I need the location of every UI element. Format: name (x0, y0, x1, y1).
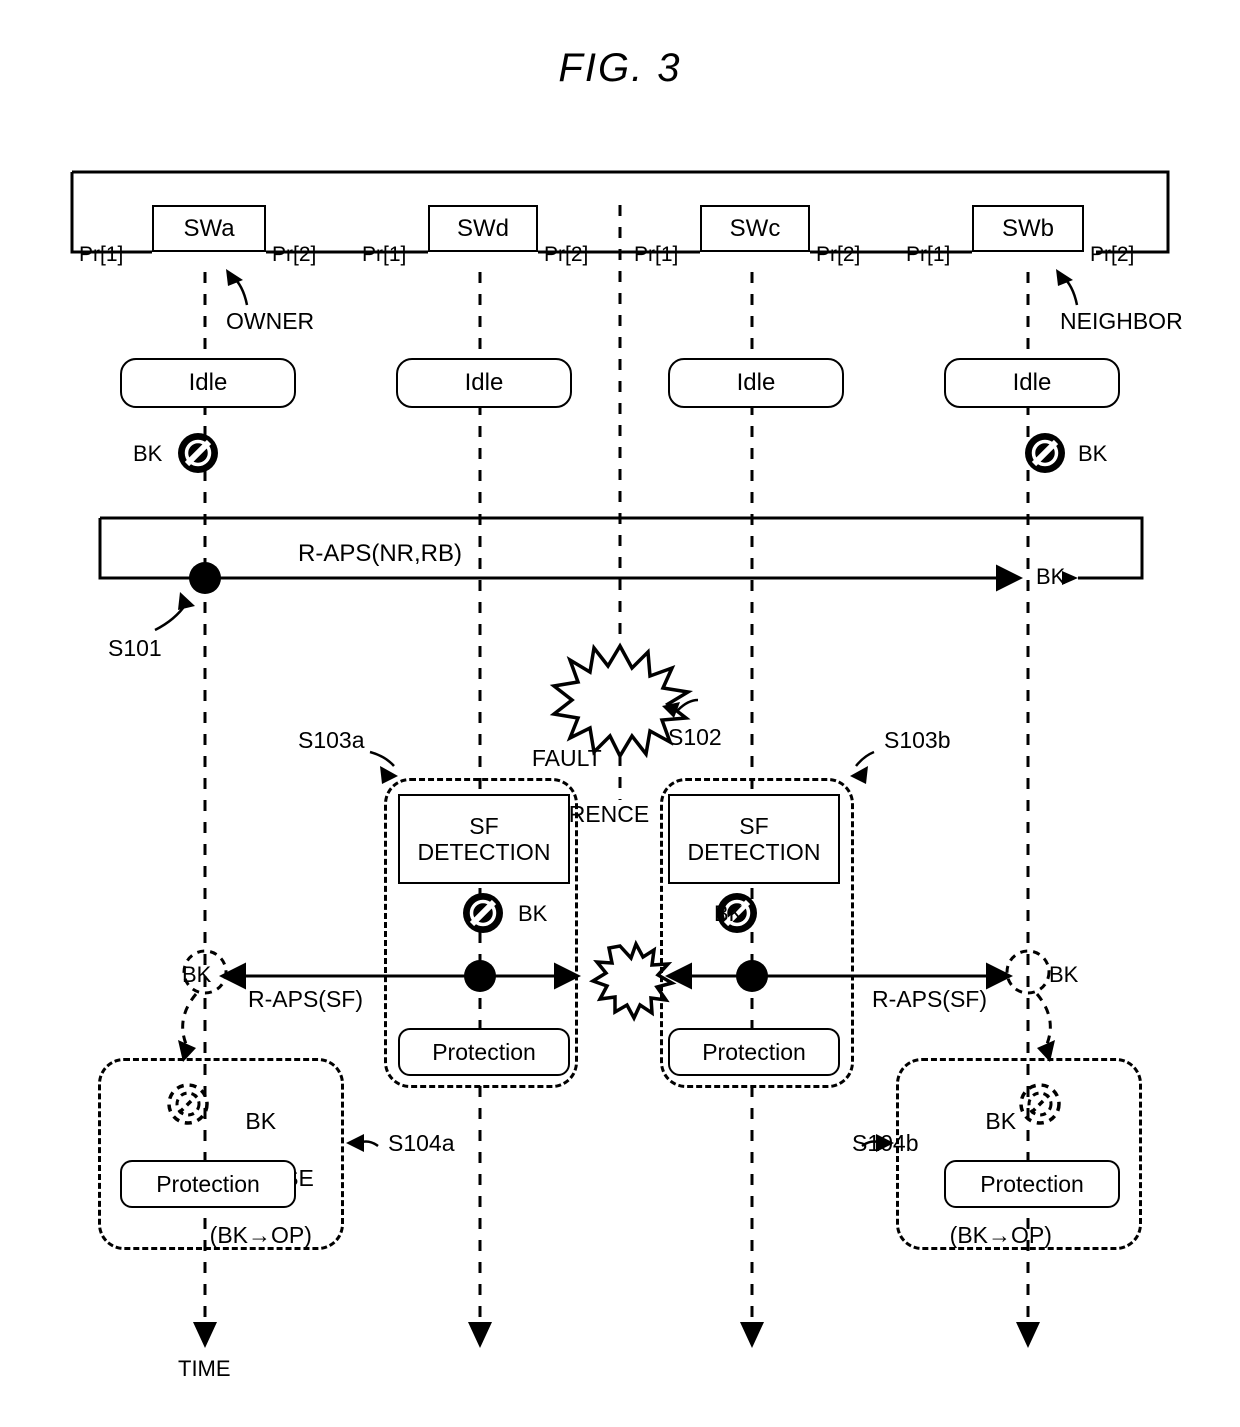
state-box-idle-swb[interactable]: Idle (944, 358, 1120, 408)
step-label-s104b: S104b (852, 1130, 919, 1156)
bk-text-swa-released: BK (182, 962, 212, 987)
sf-detection-text: SF DETECTION (688, 813, 821, 866)
state-label: Idle (464, 369, 504, 396)
port-label-swb-left: Pr[1] (906, 243, 951, 266)
state-label: Protection (980, 1170, 1084, 1197)
state-label: Idle (1012, 369, 1052, 396)
bk-release-curve-right (1035, 993, 1055, 1062)
sf-detection-line2: DETECTION (417, 839, 551, 865)
bk-text-swb-released: BK (1049, 962, 1079, 987)
step-label-s101: S101 (108, 635, 162, 661)
state-label: Idle (188, 369, 228, 396)
state-box-sf-detection-swd[interactable]: SF DETECTION (398, 794, 570, 884)
bk-text-swc-sf: BK (714, 901, 744, 926)
sf-detection-line2: DETECTION (687, 839, 821, 865)
switch-box-swb[interactable]: SWb (972, 205, 1084, 252)
state-box-protection-swb[interactable]: Protection (944, 1160, 1120, 1208)
owner-label: OWNER (226, 308, 315, 334)
state-box-idle-swd[interactable]: Idle (396, 358, 572, 408)
step-label-s104a: S104a (388, 1130, 455, 1156)
switch-label-swd: SWd (456, 214, 509, 242)
switch-box-swa[interactable]: SWa (152, 205, 266, 252)
switch-label-swc: SWc (729, 214, 781, 242)
sf-detection-line1: SF (469, 812, 499, 839)
sf-detection-line1: SF (739, 812, 769, 839)
port-label-swc-right: Pr[2] (816, 243, 861, 266)
port-label-swa-right: Pr[2] (272, 243, 317, 266)
bk-text-raps-end: BK (1036, 564, 1066, 589)
state-label: Protection (156, 1170, 260, 1197)
neighbor-pointer (1056, 269, 1079, 306)
bk-icon-swa-top (178, 433, 218, 473)
s103b-leader (850, 750, 875, 784)
patent-figure-3: FIG. 3 SWa SWd SWc SWb Pr[1] Pr[2] Pr[1]… (0, 0, 1240, 1427)
state-box-protection-swc[interactable]: Protection (668, 1028, 840, 1076)
lifeline-arrowheads (193, 1322, 1040, 1348)
time-axis-label: TIME (178, 1356, 231, 1381)
port-label-swa-left: Pr[1] (79, 243, 124, 266)
raps-origin-dot-swa (189, 562, 221, 594)
switch-box-swc[interactable]: SWc (700, 205, 810, 252)
raps-nr-rb-label: R-APS(NR,RB) (297, 540, 463, 567)
switch-label-swa: SWa (183, 214, 235, 242)
sf-detection-text: SF DETECTION (418, 813, 551, 866)
step-label-s102: S102 (668, 724, 722, 750)
switch-box-swd[interactable]: SWd (428, 205, 538, 252)
port-label-swd-right: Pr[2] (544, 243, 589, 266)
neighbor-label: NEIGHBOR (1060, 308, 1183, 334)
state-box-protection-swa[interactable]: Protection (120, 1160, 296, 1208)
bk-text-swa-top: BK (133, 441, 163, 466)
state-label: Protection (432, 1038, 536, 1065)
owner-pointer (226, 269, 249, 306)
bk-release-line3: (BK→OP) (949, 1221, 1052, 1248)
state-box-idle-swa[interactable]: Idle (120, 358, 296, 408)
bk-text-swb-top: BK (1078, 441, 1108, 466)
port-label-swc-left: Pr[1] (634, 243, 679, 266)
state-box-idle-swc[interactable]: Idle (668, 358, 844, 408)
raps-sf-label-left: R-APS(SF) (248, 986, 363, 1012)
state-label: Idle (736, 369, 776, 396)
s104a-leader (346, 1134, 379, 1152)
step-label-s103a: S103a (298, 727, 365, 753)
bk-release-curve-left (178, 993, 198, 1062)
bk-release-line1: BK (985, 1107, 1017, 1134)
step-label-s103b: S103b (884, 727, 951, 753)
state-label: Protection (702, 1038, 806, 1065)
bk-release-line3: (BK→OP) (209, 1221, 312, 1248)
s103a-leader (369, 750, 398, 784)
raps-sf-label-right: R-APS(SF) (872, 986, 987, 1012)
state-box-sf-detection-swc[interactable]: SF DETECTION (668, 794, 840, 884)
s101-leader (154, 592, 195, 632)
bk-icon-swb-top (1025, 433, 1065, 473)
port-label-swb-right: Pr[2] (1090, 243, 1135, 266)
switch-label-swb: SWb (1001, 214, 1054, 242)
bk-text-swd-sf: BK (518, 901, 548, 926)
state-box-protection-swd[interactable]: Protection (398, 1028, 570, 1076)
bk-release-line1: BK (245, 1107, 277, 1134)
port-label-swd-left: Pr[1] (362, 243, 407, 266)
fault-occurrence-line1: FAULT (531, 745, 602, 772)
